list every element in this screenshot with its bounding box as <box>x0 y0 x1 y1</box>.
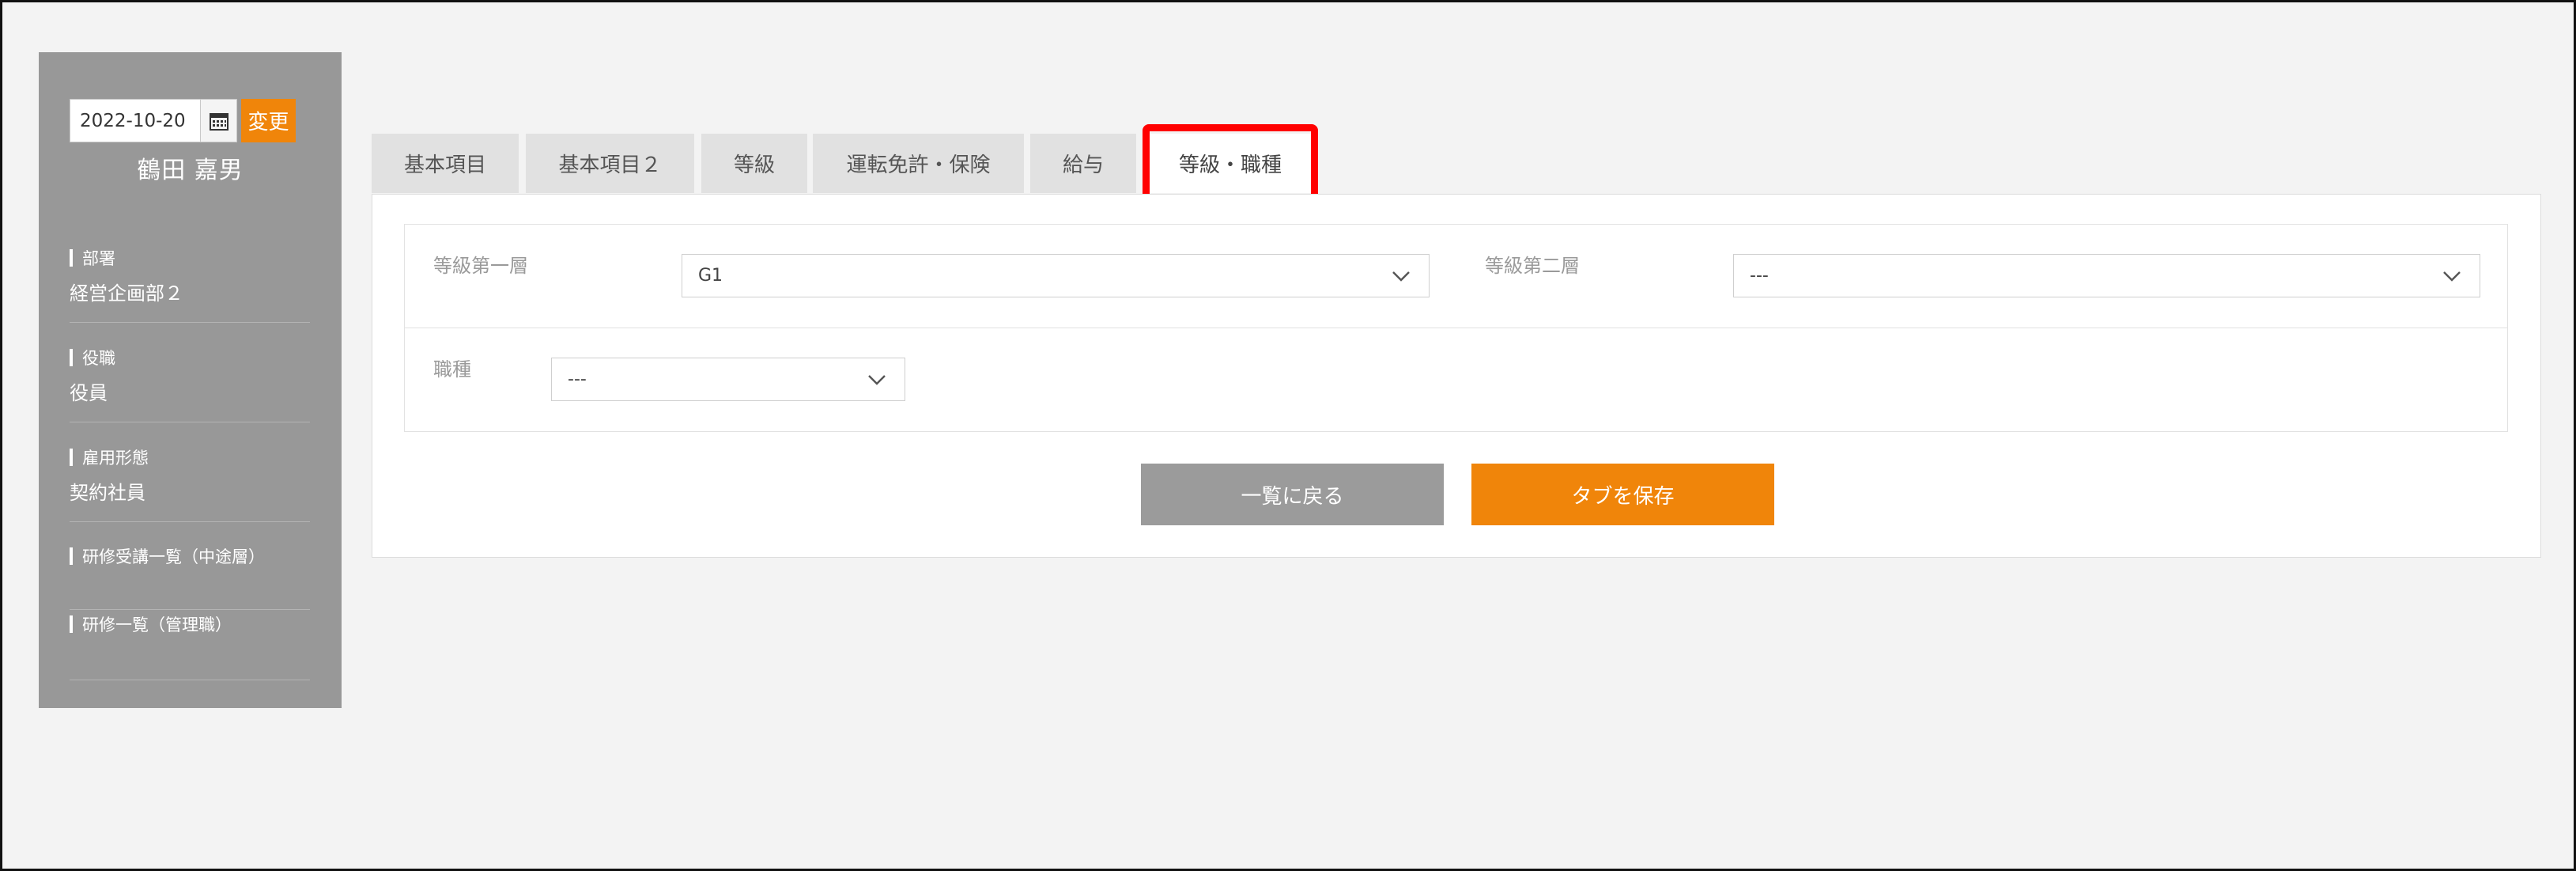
training-manager-label: 研修一覧（管理職） <box>70 612 310 636</box>
grade1-select[interactable]: G1 <box>682 254 1430 297</box>
employment-type-value: 契約社員 <box>70 482 145 504</box>
department-value: 経営企画部２ <box>70 282 183 305</box>
grade1-value: G1 <box>698 266 723 286</box>
sidebar-section-position: 役職 役員 <box>70 346 310 422</box>
training-midcareer-label: 研修受講一覧（中途層） <box>70 544 310 568</box>
grade1-label: 等級第一層 <box>433 255 528 277</box>
chevron-down-icon <box>849 358 905 400</box>
job-type-value: --- <box>568 369 587 389</box>
save-tab-button[interactable]: タブを保存 <box>1471 464 1774 525</box>
back-to-list-button[interactable]: 一覧に戻る <box>1141 464 1444 525</box>
app-window: 2022-10-20 変更 鶴田 嘉男 部署 経営企画部２ 役職 役員 雇用形態… <box>0 0 2576 871</box>
sidebar-section-department: 部署 経営企画部２ <box>70 246 310 323</box>
date-value: 2022-10-20 <box>80 110 186 131</box>
tab-panel: 等級第一層 G1 等級第二層 --- 職種 --- 一覧に戻る タブを保存 <box>372 194 2541 558</box>
employee-name: 鶴田 嘉男 <box>137 157 244 184</box>
grade-job-form: 等級第一層 G1 等級第二層 --- 職種 --- <box>404 224 2508 432</box>
tab-grade[interactable]: 等級 <box>701 134 807 193</box>
tab-basic-items[interactable]: 基本項目 <box>372 134 519 193</box>
sidebar-link-training-midcareer[interactable]: 研修受講一覧（中途層） <box>70 544 310 610</box>
sidebar-link-training-manager[interactable]: 研修一覧（管理職） <box>70 612 310 680</box>
department-label: 部署 <box>70 246 310 270</box>
calendar-icon[interactable] <box>200 100 236 142</box>
date-field[interactable]: 2022-10-20 <box>70 99 237 142</box>
tab-grade-job-type[interactable]: 等級・職種 <box>1150 134 1311 193</box>
position-value: 役員 <box>70 382 108 404</box>
job-type-label: 職種 <box>433 358 471 381</box>
grade2-label: 等級第二層 <box>1485 255 1580 277</box>
chevron-down-icon <box>1373 255 1429 297</box>
tab-license-insurance[interactable]: 運転免許・保険 <box>813 134 1024 193</box>
position-label: 役職 <box>70 346 310 369</box>
grade2-value: --- <box>1750 266 1769 286</box>
chevron-down-icon <box>2424 255 2480 297</box>
grade2-select[interactable]: --- <box>1733 254 2480 297</box>
tab-salary[interactable]: 給与 <box>1030 134 1136 193</box>
change-date-button[interactable]: 変更 <box>241 99 296 142</box>
job-type-select[interactable]: --- <box>551 358 905 401</box>
employee-sidebar: 2022-10-20 変更 鶴田 嘉男 部署 経営企画部２ 役職 役員 雇用形態… <box>39 52 342 708</box>
employment-type-label: 雇用形態 <box>70 445 310 469</box>
sidebar-section-employment-type: 雇用形態 契約社員 <box>70 445 310 522</box>
tab-basic-items-2[interactable]: 基本項目２ <box>526 134 694 193</box>
